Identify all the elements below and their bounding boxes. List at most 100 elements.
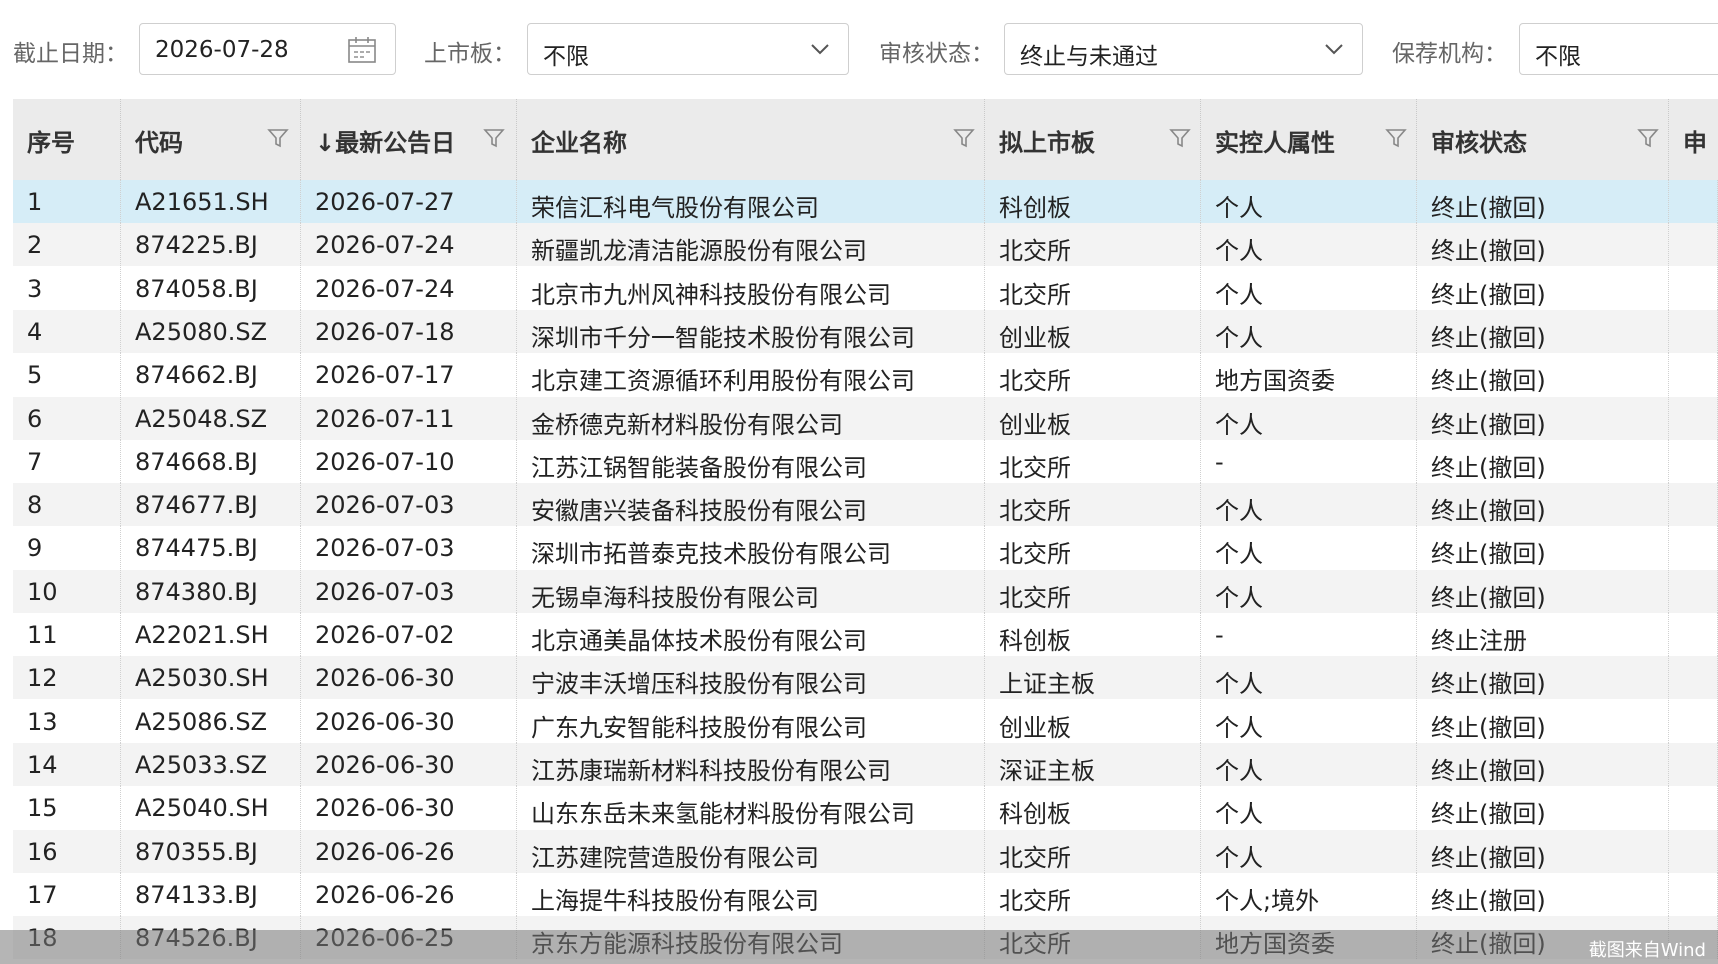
cell-latest-date-text: 2026-06-30	[315, 750, 455, 779]
cell-latest-date-text: 2026-07-24	[315, 231, 455, 260]
company-link[interactable]: 无锡卓海科技股份有限公司	[531, 578, 819, 613]
table-row[interactable]: 8 874677.BJ 2026-07-03 安徽唐兴装备科技股份有限公司 北交所 个人 终…	[13, 483, 1718, 527]
cell-board-text: 北交所	[999, 843, 1071, 872]
cell-company-name[interactable]: 广东九安智能科技股份有限公司	[517, 699, 985, 743]
sponsor-select[interactable]: 不限	[1519, 23, 1718, 75]
table-row[interactable]: 15 A25040.SH 2026-06-30 山东东岳未来氢能材料股份有限公司 科创板…	[13, 786, 1718, 830]
cell-company-name[interactable]: 北京通美晶体技术股份有限公司	[517, 613, 985, 656]
cell-index-text: 4	[27, 317, 43, 346]
cell-code: 874475.BJ	[121, 526, 301, 570]
cell-company-name[interactable]: 上海提牛科技股份有限公司	[517, 872, 985, 916]
company-link[interactable]: 新疆凯龙清洁能源股份有限公司	[531, 231, 867, 266]
cell-controller-type-text: 个人	[1215, 280, 1263, 309]
company-link[interactable]: 安徽唐兴装备科技股份有限公司	[531, 491, 867, 526]
cell-review-status-text: 终止(撤回)	[1431, 756, 1546, 785]
cell-company-name[interactable]: 江苏江锅智能装备股份有限公司	[517, 439, 985, 483]
status-select[interactable]: 终止与未通过	[1004, 23, 1363, 75]
table-row[interactable]: 17 874133.BJ 2026-06-26 上海提牛科技股份有限公司 北交所 个人;境…	[13, 872, 1718, 916]
cell-extra	[1669, 483, 1718, 527]
header-controller-type[interactable]: 实控人属性	[1201, 99, 1417, 180]
deadline-date-input[interactable]: 2026-07-28	[139, 23, 396, 75]
table-row[interactable]: 12 A25030.SH 2026-06-30 宁波丰沃增压科技股份有限公司 上证主板 个…	[13, 656, 1718, 700]
company-link[interactable]: 江苏江锅智能装备股份有限公司	[531, 448, 867, 483]
cell-company-name[interactable]: 金桥德克新材料股份有限公司	[517, 396, 985, 440]
cell-index: 12	[13, 656, 121, 700]
calendar-icon[interactable]	[347, 36, 377, 64]
company-link[interactable]: 荣信汇科电气股份有限公司	[531, 188, 819, 223]
table-row[interactable]: 6 A25048.SZ 2026-07-11 金桥德克新材料股份有限公司 创业板 个人 终止…	[13, 396, 1718, 440]
cell-controller-type-text: 个人	[1215, 497, 1263, 526]
table-row[interactable]: 11 A22021.SH 2026-07-02 北京通美晶体技术股份有限公司 科创板 - 终…	[13, 613, 1718, 656]
cell-review-status: 终止(撤回)	[1417, 396, 1669, 440]
company-link[interactable]: 金桥德克新材料股份有限公司	[531, 405, 843, 440]
table-row[interactable]: 9 874475.BJ 2026-07-03 深圳市拓普泰克技术股份有限公司 北交所 个人…	[13, 526, 1718, 570]
table-row[interactable]: 2 874225.BJ 2026-07-24 新疆凯龙清洁能源股份有限公司 北交所 个人 终…	[13, 223, 1718, 267]
filter-funnel-icon[interactable]	[953, 127, 975, 149]
status-select-value: 终止与未通过	[1020, 44, 1158, 70]
cell-latest-date: 2026-07-03	[301, 569, 517, 613]
board-label: 上市板：	[424, 41, 516, 67]
table-row[interactable]: 13 A25086.SZ 2026-06-30 广东九安智能科技股份有限公司 创业板 个人…	[13, 699, 1718, 743]
cell-latest-date-text: 2026-07-03	[315, 534, 455, 563]
company-link[interactable]: 深圳市拓普泰克技术股份有限公司	[531, 534, 891, 569]
table-row[interactable]: 14 A25033.SZ 2026-06-30 江苏康瑞新材料科技股份有限公司 深证主板…	[13, 742, 1718, 786]
cell-company-name[interactable]: 无锡卓海科技股份有限公司	[517, 569, 985, 613]
cell-latest-date: 2026-07-02	[301, 613, 517, 656]
cell-review-status: 终止(撤回)	[1417, 742, 1669, 786]
header-review-status[interactable]: 审核状态	[1417, 99, 1669, 180]
table-row[interactable]: 5 874662.BJ 2026-07-17 北京建工资源循环利用股份有限公司 北交所 地…	[13, 353, 1718, 397]
cell-company-name[interactable]: 宁波丰沃增压科技股份有限公司	[517, 656, 985, 700]
cell-review-status: 终止(撤回)	[1417, 353, 1669, 397]
cell-company-name[interactable]: 荣信汇科电气股份有限公司	[517, 180, 985, 223]
filter-funnel-icon[interactable]	[267, 127, 289, 149]
table-row[interactable]: 16 870355.BJ 2026-06-26 江苏建院营造股份有限公司 北交所 个人 终止…	[13, 829, 1718, 873]
cell-company-name[interactable]: 江苏建院营造股份有限公司	[517, 829, 985, 873]
filter-funnel-icon[interactable]	[483, 127, 505, 149]
header-extra[interactable]: 申	[1669, 99, 1718, 180]
header-code[interactable]: 代码	[121, 99, 301, 180]
cell-company-name[interactable]: 新疆凯龙清洁能源股份有限公司	[517, 223, 985, 267]
company-link[interactable]: 北京市九州风神科技股份有限公司	[531, 275, 891, 310]
company-link[interactable]: 广东九安智能科技股份有限公司	[531, 708, 867, 743]
table-row[interactable]: 10 874380.BJ 2026-07-03 无锡卓海科技股份有限公司 北交所 个人 终止…	[13, 569, 1718, 613]
cell-controller-type: 个人	[1201, 526, 1417, 570]
cell-latest-date: 2026-07-24	[301, 266, 517, 310]
cell-company-name[interactable]: 北京建工资源循环利用股份有限公司	[517, 353, 985, 397]
cell-company-name[interactable]: 安徽唐兴装备科技股份有限公司	[517, 483, 985, 527]
cell-controller-type: -	[1201, 439, 1417, 483]
filter-funnel-icon[interactable]	[1637, 127, 1659, 149]
cell-company-name[interactable]: 深圳市拓普泰克技术股份有限公司	[517, 526, 985, 570]
cell-extra	[1669, 786, 1718, 830]
cell-company-name[interactable]: 江苏康瑞新材料科技股份有限公司	[517, 742, 985, 786]
company-link[interactable]: 江苏康瑞新材料科技股份有限公司	[531, 751, 891, 786]
cell-company-name[interactable]: 深圳市千分一智能技术股份有限公司	[517, 309, 985, 353]
cell-index-text: 12	[27, 664, 58, 693]
table-row[interactable]: 4 A25080.SZ 2026-07-18 深圳市千分一智能技术股份有限公司 创业板 个…	[13, 309, 1718, 353]
board-select[interactable]: 不限	[527, 23, 849, 75]
cell-index-text: 7	[27, 447, 43, 476]
header-index[interactable]: 序号	[13, 99, 121, 180]
cell-controller-type: 个人	[1201, 223, 1417, 267]
cell-latest-date-text: 2026-06-26	[315, 837, 455, 866]
company-link[interactable]: 上海提牛科技股份有限公司	[531, 881, 819, 916]
company-link[interactable]: 江苏建院营造股份有限公司	[531, 838, 819, 873]
header-latest-date[interactable]: ↓最新公告日	[301, 99, 517, 180]
cell-company-name[interactable]: 北京市九州风神科技股份有限公司	[517, 266, 985, 310]
filter-funnel-icon[interactable]	[1385, 127, 1407, 149]
cell-index-text: 3	[27, 274, 43, 303]
cell-extra	[1669, 439, 1718, 483]
cell-company-name[interactable]: 山东东岳未来氢能材料股份有限公司	[517, 786, 985, 830]
table-row[interactable]: 1 A21651.SH 2026-07-27 荣信汇科电气股份有限公司 科创板 个人 终止(…	[13, 180, 1718, 223]
company-link[interactable]: 深圳市千分一智能技术股份有限公司	[531, 318, 915, 353]
header-board[interactable]: 拟上市板	[985, 99, 1201, 180]
company-link[interactable]: 宁波丰沃增压科技股份有限公司	[531, 664, 867, 699]
company-link[interactable]: 山东东岳未来氢能材料股份有限公司	[531, 794, 915, 829]
cell-review-status: 终止(撤回)	[1417, 526, 1669, 570]
board-select-value: 不限	[543, 44, 589, 70]
company-link[interactable]: 北京通美晶体技术股份有限公司	[531, 621, 867, 656]
header-company-name[interactable]: 企业名称	[517, 99, 985, 180]
table-row[interactable]: 3 874058.BJ 2026-07-24 北京市九州风神科技股份有限公司 北交所 个人…	[13, 266, 1718, 310]
filter-funnel-icon[interactable]	[1169, 127, 1191, 149]
table-row[interactable]: 7 874668.BJ 2026-07-10 江苏江锅智能装备股份有限公司 北交所 - 终止…	[13, 439, 1718, 483]
company-link[interactable]: 北京建工资源循环利用股份有限公司	[531, 361, 915, 396]
